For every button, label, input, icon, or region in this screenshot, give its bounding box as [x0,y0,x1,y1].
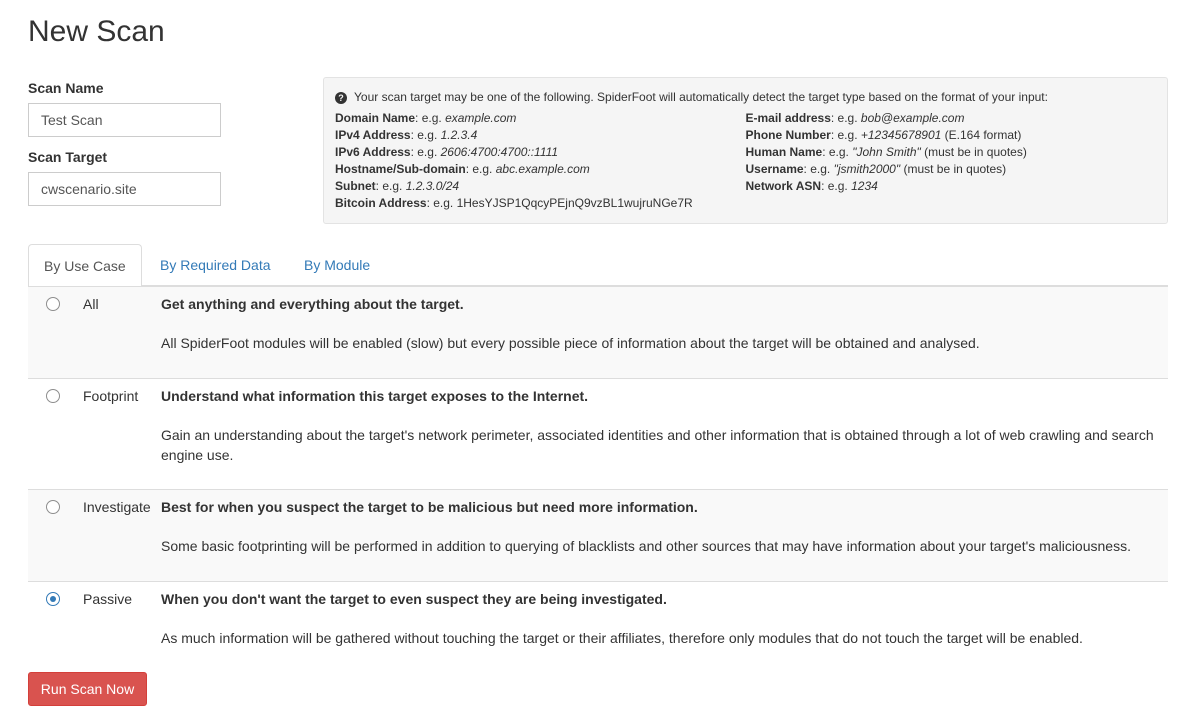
info-row: Human Name: e.g. "John Smith" (must be i… [745,145,1027,159]
usecase-title: Best for when you suspect the target to … [161,499,698,515]
tab-by-use-case[interactable]: By Use Case [28,244,142,287]
scan-target-label: Scan Target [28,149,108,165]
info-row: Domain Name: e.g. example.com [335,111,517,125]
scan-mode-tabs: By Use Case By Required Data By Module [28,244,1168,287]
info-right-column: E-mail address: e.g. bob@example.com Pho… [746,110,1157,212]
usecase-title: Get anything and everything about the ta… [161,296,464,312]
usecase-radio-passive[interactable] [46,592,60,606]
scan-name-label: Scan Name [28,80,104,96]
usecase-description: All SpiderFoot modules will be enabled (… [161,335,980,351]
usecase-name: Footprint [83,388,139,404]
run-scan-button[interactable]: Run Scan Now [28,672,147,706]
usecase-row-footprint[interactable]: Footprint Understand what information th… [28,378,1168,489]
tab-by-required-data[interactable]: By Required Data [145,244,286,286]
info-row: E-mail address: e.g. bob@example.com [745,111,965,125]
usecase-title: Understand what information this target … [161,388,589,404]
usecase-name: All [83,296,99,312]
target-types-info-box: ? Your scan target may be one of the fol… [323,77,1168,224]
usecase-row-all[interactable]: All Get anything and everything about th… [28,286,1168,378]
usecase-title: When you don't want the target to even s… [161,591,667,607]
usecase-radio-investigate[interactable] [46,500,60,514]
usecase-radio-all[interactable] [46,297,60,311]
info-row: Network ASN: e.g. 1234 [745,179,878,193]
scan-target-input[interactable] [28,172,221,206]
usecase-description: As much information will be gathered wit… [161,630,1083,646]
scan-name-input[interactable] [28,103,221,137]
info-row: Username: e.g. "jsmith2000" (must be in … [745,162,1007,176]
usecase-description: Gain an understanding about the target's… [161,427,1154,463]
info-row: Bitcoin Address: e.g. 1HesYJSP1QqcyPEjnQ… [335,196,693,210]
info-row: Phone Number: e.g. +12345678901 (E.164 f… [745,128,1022,142]
page-title: New Scan [28,15,165,48]
usecase-name: Investigate [83,499,151,515]
usecase-row-passive[interactable]: Passive When you don't want the target t… [28,581,1168,661]
info-left-column: Domain Name: e.g. example.com IPv4 Addre… [335,110,746,212]
new-scan-page: New Scan Scan Name Scan Target ? Your sc… [0,0,1196,715]
usecase-radio-footprint[interactable] [46,389,60,403]
info-intro-text: Your scan target may be one of the follo… [354,90,1048,104]
info-row: IPv6 Address: e.g. 2606:4700:4700::1111 [335,145,559,159]
usecase-description: Some basic footprinting will be performe… [161,538,1131,554]
usecase-name: Passive [83,591,133,607]
tab-by-module[interactable]: By Module [289,244,385,286]
usecase-row-investigate[interactable]: Investigate Best for when you suspect th… [28,489,1168,581]
question-circle-icon: ? [335,91,347,104]
info-row: Hostname/Sub-domain: e.g. abc.example.co… [335,162,590,176]
info-row: Subnet: e.g. 1.2.3.0/24 [335,179,460,193]
info-row: IPv4 Address: e.g. 1.2.3.4 [335,128,478,142]
